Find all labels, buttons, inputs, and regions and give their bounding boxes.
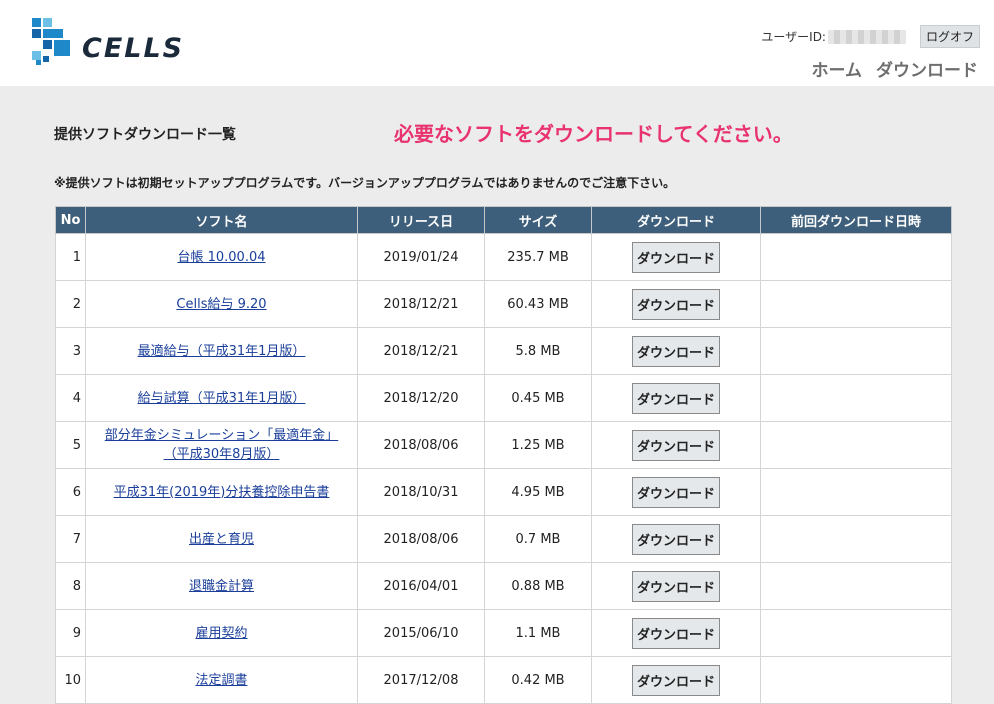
row-number: 8 bbox=[55, 562, 86, 610]
software-name-link[interactable]: 台帳 10.00.04 bbox=[177, 250, 265, 265]
software-name-link[interactable]: 出産と育児 bbox=[189, 532, 254, 547]
download-button[interactable]: ダウンロード bbox=[631, 382, 720, 414]
software-download-table: No ソフト名 リリース日 サイズ ダウンロード 前回ダウンロード日時 1 台帳… bbox=[55, 206, 952, 704]
nav-download-link[interactable]: ダウンロード bbox=[876, 56, 978, 81]
table-header-row: No ソフト名 リリース日 サイズ ダウンロード 前回ダウンロード日時 bbox=[55, 206, 952, 234]
download-button[interactable]: ダウンロード bbox=[631, 617, 720, 649]
last-download-date bbox=[760, 374, 952, 422]
row-number: 1 bbox=[55, 233, 86, 281]
row-number: 10 bbox=[55, 656, 86, 704]
release-date: 2017/12/08 bbox=[357, 656, 485, 704]
release-date: 2018/08/06 bbox=[357, 515, 485, 563]
userid-label: ユーザーID: bbox=[761, 30, 826, 44]
logo-wordmark: CELLS bbox=[82, 33, 185, 64]
row-number: 3 bbox=[55, 327, 86, 375]
file-size: 4.95 MB bbox=[484, 468, 592, 516]
column-header-release-date: リリース日 bbox=[357, 206, 485, 234]
release-date: 2016/04/01 bbox=[357, 562, 485, 610]
row-number: 2 bbox=[55, 280, 86, 328]
cells-logo[interactable]: CELLS bbox=[30, 16, 190, 66]
download-button[interactable]: ダウンロード bbox=[631, 335, 720, 367]
table-row: 1 台帳 10.00.04 2019/01/24 235.7 MB ダウンロード bbox=[55, 233, 952, 281]
file-size: 0.88 MB bbox=[484, 562, 592, 610]
last-download-date bbox=[760, 656, 952, 704]
row-number: 4 bbox=[55, 374, 86, 422]
download-button[interactable]: ダウンロード bbox=[631, 476, 720, 508]
release-date: 2018/12/21 bbox=[357, 280, 485, 328]
release-date: 2018/08/06 bbox=[357, 421, 485, 469]
release-date: 2018/12/20 bbox=[357, 374, 485, 422]
last-download-date bbox=[760, 327, 952, 375]
table-row: 7 出産と育児 2018/08/06 0.7 MB ダウンロード bbox=[55, 515, 952, 563]
software-name-link[interactable]: Cells給与 9.20 bbox=[176, 297, 266, 312]
top-nav: ホーム ダウンロード bbox=[812, 56, 979, 81]
last-download-date bbox=[760, 421, 952, 469]
software-name-link[interactable]: 部分年金シミュレーション「最適年金」（平成30年8月版） bbox=[105, 428, 338, 462]
file-size: 235.7 MB bbox=[484, 233, 592, 281]
column-header-no: No bbox=[55, 206, 86, 234]
row-number: 7 bbox=[55, 515, 86, 563]
last-download-date bbox=[760, 562, 952, 610]
software-name-link[interactable]: 法定調書 bbox=[195, 673, 247, 688]
cells-logo-icon bbox=[32, 18, 70, 65]
download-button[interactable]: ダウンロード bbox=[631, 664, 720, 696]
table-row: 10 法定調書 2017/12/08 0.42 MB ダウンロード bbox=[55, 656, 952, 704]
user-area: ユーザーID: ログオフ bbox=[761, 25, 980, 48]
release-date: 2019/01/24 bbox=[357, 233, 485, 281]
logoff-button[interactable]: ログオフ bbox=[919, 25, 980, 48]
nav-home-link[interactable]: ホーム bbox=[812, 56, 863, 81]
column-header-download: ダウンロード bbox=[591, 206, 761, 234]
page-title: 提供ソフトダウンロード一覧 bbox=[54, 127, 236, 143]
site-header: CELLS ユーザーID: ログオフ ホーム ダウンロード bbox=[0, 0, 994, 86]
last-download-date bbox=[760, 609, 952, 657]
file-size: 1.25 MB bbox=[484, 421, 592, 469]
instruction-text: 必要なソフトをダウンロードしてください。 bbox=[394, 122, 793, 146]
download-button[interactable]: ダウンロード bbox=[631, 241, 720, 273]
table-row: 9 雇用契約 2015/06/10 1.1 MB ダウンロード bbox=[55, 609, 952, 657]
table-row: 2 Cells給与 9.20 2018/12/21 60.43 MB ダウンロー… bbox=[55, 280, 952, 328]
row-number: 5 bbox=[55, 421, 86, 469]
last-download-date bbox=[760, 515, 952, 563]
column-header-name: ソフト名 bbox=[85, 206, 358, 234]
table-row: 8 退職金計算 2016/04/01 0.88 MB ダウンロード bbox=[55, 562, 952, 610]
software-name-link[interactable]: 最適給与（平成31年1月版） bbox=[138, 344, 306, 359]
release-date: 2018/10/31 bbox=[357, 468, 485, 516]
file-size: 0.7 MB bbox=[484, 515, 592, 563]
row-number: 6 bbox=[55, 468, 86, 516]
download-button[interactable]: ダウンロード bbox=[631, 429, 720, 461]
file-size: 0.42 MB bbox=[484, 656, 592, 704]
file-size: 5.8 MB bbox=[484, 327, 592, 375]
software-name-link[interactable]: 雇用契約 bbox=[195, 626, 247, 641]
software-name-link[interactable]: 給与試算（平成31年1月版） bbox=[138, 391, 306, 406]
column-header-size: サイズ bbox=[484, 206, 592, 234]
table-row: 4 給与試算（平成31年1月版） 2018/12/20 0.45 MB ダウンロ… bbox=[55, 374, 952, 422]
notice-text: ※提供ソフトは初期セットアッププログラムです。バージョンアッププログラムではあり… bbox=[54, 176, 676, 190]
download-button[interactable]: ダウンロード bbox=[631, 570, 720, 602]
download-button[interactable]: ダウンロード bbox=[631, 523, 720, 555]
software-name-link[interactable]: 退職金計算 bbox=[189, 579, 254, 594]
download-button[interactable]: ダウンロード bbox=[631, 288, 720, 320]
release-date: 2015/06/10 bbox=[357, 609, 485, 657]
table-row: 5 部分年金シミュレーション「最適年金」（平成30年8月版） 2018/08/0… bbox=[55, 421, 952, 469]
last-download-date bbox=[760, 233, 952, 281]
table-row: 3 最適給与（平成31年1月版） 2018/12/21 5.8 MB ダウンロー… bbox=[55, 327, 952, 375]
file-size: 1.1 MB bbox=[484, 609, 592, 657]
release-date: 2018/12/21 bbox=[357, 327, 485, 375]
row-number: 9 bbox=[55, 609, 86, 657]
last-download-date bbox=[760, 280, 952, 328]
userid-value-masked bbox=[827, 29, 906, 44]
table-row: 6 平成31年(2019年)分扶養控除申告書 2018/10/31 4.95 M… bbox=[55, 468, 952, 516]
file-size: 60.43 MB bbox=[484, 280, 592, 328]
file-size: 0.45 MB bbox=[484, 374, 592, 422]
software-name-link[interactable]: 平成31年(2019年)分扶養控除申告書 bbox=[114, 485, 330, 500]
last-download-date bbox=[760, 468, 952, 516]
column-header-last-download: 前回ダウンロード日時 bbox=[760, 206, 952, 234]
